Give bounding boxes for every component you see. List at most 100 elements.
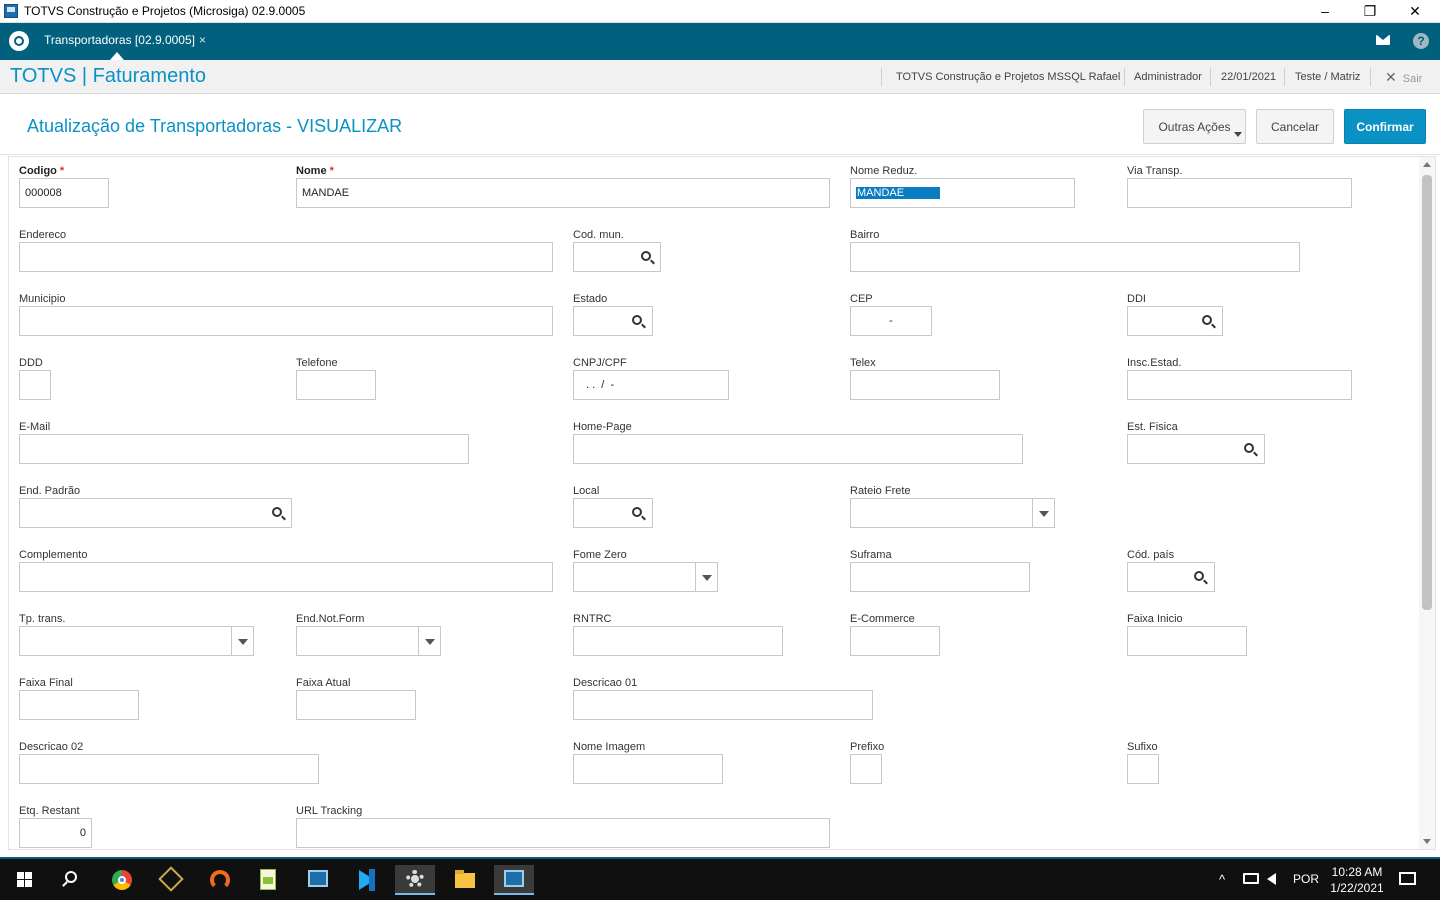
tab-transportadoras[interactable]: Transportadoras [02.9.0005] × <box>38 23 212 60</box>
endereco-input[interactable] <box>19 242 553 272</box>
tray-chevron-icon[interactable]: ^ <box>1219 872 1225 913</box>
end-not-form-select[interactable] <box>296 626 441 656</box>
faixa-inicio-input[interactable] <box>1127 626 1247 656</box>
descricao02-label: Descricao 02 <box>19 741 84 753</box>
estado-input[interactable] <box>573 306 653 336</box>
cod-mun-label: Cod. mun. <box>573 229 624 241</box>
notifications-icon[interactable] <box>1399 872 1416 885</box>
chevron-down-icon[interactable] <box>1032 499 1054 527</box>
search-icon[interactable] <box>272 507 282 517</box>
cod-pais-input[interactable] <box>1127 562 1215 592</box>
telefone-input[interactable] <box>296 370 376 400</box>
faixa-final-input[interactable] <box>19 690 139 720</box>
bairro-input[interactable] <box>850 242 1300 272</box>
end-padrao-input[interactable] <box>19 498 292 528</box>
exit-button[interactable]: ✕ Sair <box>1385 69 1422 86</box>
faixa-atual-input[interactable] <box>296 690 416 720</box>
chrome-icon[interactable] <box>102 865 142 895</box>
chevron-down-icon[interactable] <box>695 563 717 591</box>
close-window-button[interactable]: ✕ <box>1392 0 1438 23</box>
municipio-label: Municipio <box>19 293 66 305</box>
cancel-button[interactable]: Cancelar <box>1256 109 1334 144</box>
windows-start-icon[interactable] <box>17 872 33 888</box>
cep-input[interactable]: - <box>850 306 932 336</box>
ddd-input[interactable] <box>19 370 51 400</box>
header-user[interactable]: Administrador <box>1134 71 1202 83</box>
ddi-input[interactable] <box>1127 306 1223 336</box>
descricao01-input[interactable] <box>573 690 873 720</box>
exit-label: Sair <box>1402 73 1423 85</box>
confirm-button[interactable]: Confirmar <box>1344 109 1426 144</box>
scroll-up-icon[interactable] <box>1423 162 1431 167</box>
local-input[interactable] <box>573 498 653 528</box>
chevron-down-icon[interactable] <box>231 627 253 655</box>
fome-zero-select[interactable] <box>573 562 718 592</box>
insc-estad-input[interactable] <box>1127 370 1352 400</box>
totvs-app-icon[interactable] <box>298 865 338 895</box>
telex-input[interactable] <box>850 370 1000 400</box>
search-icon[interactable] <box>632 315 642 325</box>
prefixo-input[interactable] <box>850 754 882 784</box>
header-company[interactable]: TOTVS Construção e Projetos MSSQL Rafael <box>896 71 1120 83</box>
descricao02-input[interactable] <box>19 754 319 784</box>
required-mark: * <box>329 165 334 177</box>
scroll-down-icon[interactable] <box>1423 839 1431 844</box>
scrollbar-thumb[interactable] <box>1422 175 1432 610</box>
nome-imagem-input[interactable] <box>573 754 723 784</box>
other-actions-button[interactable]: Outras Ações <box>1143 109 1246 144</box>
tab-close-icon[interactable]: × <box>199 33 206 47</box>
search-icon[interactable] <box>65 871 77 883</box>
rntrc-input[interactable] <box>573 626 783 656</box>
required-mark: * <box>59 165 65 177</box>
network-icon[interactable] <box>1243 873 1259 884</box>
totvs-smartclient-icon[interactable] <box>494 865 534 895</box>
close-icon: ✕ <box>1385 69 1397 85</box>
suframa-input[interactable] <box>850 562 1030 592</box>
help-icon[interactable]: ? <box>1413 33 1429 49</box>
cnpj-input[interactable]: . . / - <box>573 370 729 400</box>
rateio-frete-select[interactable] <box>850 498 1055 528</box>
mail-icon[interactable] <box>1376 35 1390 45</box>
header-divider <box>881 68 882 86</box>
form-scrollbar[interactable] <box>1419 157 1435 849</box>
nome-input[interactable]: MANDAE <box>296 178 830 208</box>
ecommerce-input[interactable] <box>850 626 940 656</box>
cod-mun-input[interactable] <box>573 242 661 272</box>
header-date[interactable]: 22/01/2021 <box>1221 71 1276 83</box>
system-clock[interactable]: 10:28 AM 1/22/2021 <box>1322 864 1392 896</box>
search-icon[interactable] <box>1194 571 1204 581</box>
local-label: Local <box>573 485 600 497</box>
est-fisica-input[interactable] <box>1127 434 1265 464</box>
page-title: Atualização de Transportadoras - VISUALI… <box>27 116 403 136</box>
end-not-form-label: End.Not.Form <box>296 613 365 625</box>
settings-gear-icon[interactable] <box>395 865 435 895</box>
header-branch[interactable]: Teste / Matriz <box>1295 71 1360 83</box>
notepad-plus-icon[interactable] <box>248 865 288 895</box>
home-page-input[interactable] <box>573 434 1023 464</box>
tp-trans-select[interactable] <box>19 626 254 656</box>
municipio-input[interactable] <box>19 306 553 336</box>
etq-restant-input[interactable]: 0 <box>19 818 92 848</box>
ftp-client-icon[interactable] <box>200 865 240 895</box>
minimize-button[interactable]: – <box>1302 0 1348 23</box>
file-explorer-icon[interactable] <box>445 865 485 895</box>
cnpj-label: CNPJ/CPF <box>573 357 627 369</box>
tools-icon[interactable] <box>151 865 191 895</box>
nome-reduz-input[interactable]: MANDAE <box>850 178 1075 208</box>
search-icon[interactable] <box>641 251 651 261</box>
restore-button[interactable]: ❐ <box>1347 0 1393 23</box>
complemento-input[interactable] <box>19 562 553 592</box>
search-icon[interactable] <box>632 507 642 517</box>
language-indicator[interactable]: POR <box>1293 872 1319 913</box>
sufixo-input[interactable] <box>1127 754 1159 784</box>
volume-muted-icon[interactable] <box>1267 873 1276 885</box>
chevron-down-icon[interactable] <box>418 627 440 655</box>
email-input[interactable] <box>19 434 469 464</box>
search-icon[interactable] <box>1202 315 1212 325</box>
codigo-input[interactable]: 000008 <box>19 178 109 208</box>
via-transp-input[interactable] <box>1127 178 1352 208</box>
vscode-icon[interactable] <box>347 865 387 895</box>
search-icon[interactable] <box>1244 443 1254 453</box>
totvs-logo-icon[interactable] <box>9 31 29 51</box>
url-tracking-input[interactable] <box>296 818 830 848</box>
